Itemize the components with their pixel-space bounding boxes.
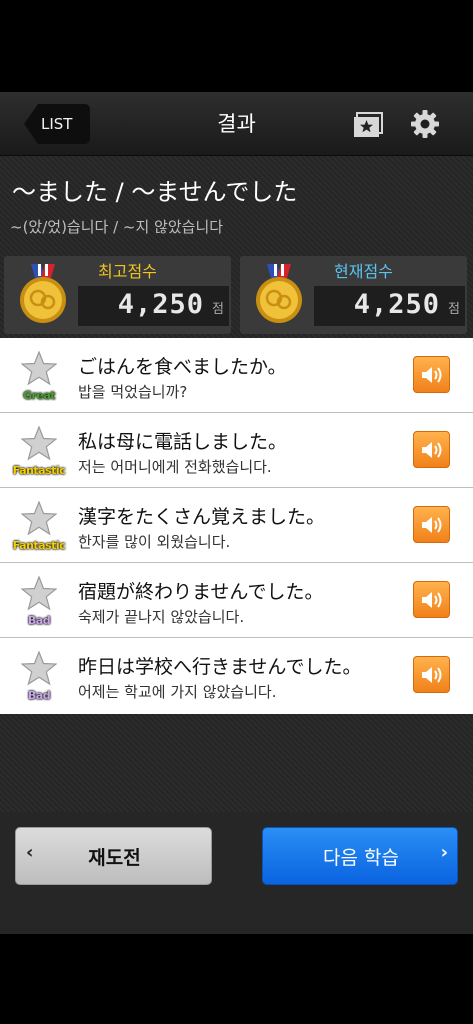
list-back-label: LIST bbox=[38, 104, 90, 144]
sentence-row: Bad 宿題が終わりませんでした。 숙제가 끝나지 않았습니다. bbox=[0, 563, 473, 638]
star-icon bbox=[21, 651, 57, 686]
gear-icon[interactable] bbox=[410, 109, 440, 139]
current-score-panel: 현재점수 4,250 점 bbox=[240, 256, 467, 334]
next-lesson-button[interactable]: 다음 학습 › bbox=[262, 827, 458, 885]
japanese-sentence: 昨日は学校へ行きませんでした。 bbox=[78, 656, 362, 678]
play-audio-button[interactable] bbox=[413, 581, 450, 618]
retry-button[interactable]: ‹ 재도전 bbox=[15, 827, 212, 885]
current-score-box: 4,250 점 bbox=[314, 286, 465, 326]
chevron-right-icon: › bbox=[440, 842, 448, 863]
next-lesson-label: 다음 학습 bbox=[323, 847, 399, 869]
lesson-title: 〜ました / 〜ませんでした bbox=[12, 178, 298, 206]
grade-badge: Bad bbox=[27, 614, 51, 627]
japanese-sentence: ごはんを食べましたか。 bbox=[78, 356, 287, 378]
japanese-sentence: 私は母に電話しました。 bbox=[78, 431, 288, 453]
app-screen: LIST 결과 〜ました / 〜ませんでした ~(았/었)습니다 / ~지 않았… bbox=[0, 92, 473, 934]
korean-translation: 숙제가 끝나지 않았습니다. bbox=[78, 608, 245, 626]
speaker-icon bbox=[422, 442, 442, 458]
speaker-icon bbox=[422, 517, 442, 533]
bottom-action-bar: ‹ 재도전 다음 학습 › bbox=[0, 812, 473, 934]
play-audio-button[interactable] bbox=[413, 431, 450, 468]
grade-badge: Bad bbox=[27, 689, 51, 702]
top-bar: LIST 결과 bbox=[0, 92, 473, 156]
korean-translation: 한자를 많이 외웠습니다. bbox=[78, 533, 231, 551]
sentence-row: Fantastic 私は母に電話しました。 저는 어머니에게 전화했습니다. bbox=[0, 413, 473, 488]
bookmark-star-icon[interactable] bbox=[353, 112, 384, 138]
sentence-row: Bad 昨日は学校へ行きませんでした。 어제는 학교에 가지 않았습니다. bbox=[0, 638, 473, 713]
play-audio-button[interactable] bbox=[413, 656, 450, 693]
korean-translation: 저는 어머니에게 전화했습니다. bbox=[78, 458, 272, 476]
sentence-row: Great ごはんを食べましたか。 밥을 먹었습니까? bbox=[0, 338, 473, 413]
grade-badge: Fantastic bbox=[12, 464, 66, 477]
star-icon bbox=[21, 351, 57, 386]
star-icon bbox=[21, 501, 57, 536]
gold-medal-icon bbox=[20, 264, 66, 323]
list-back-button[interactable]: LIST bbox=[24, 104, 90, 144]
sentence-row: Fantastic 漢字をたくさん覚えました。 한자를 많이 외웠습니다. bbox=[0, 488, 473, 563]
best-score-value: 4,250 bbox=[117, 289, 204, 320]
current-score-label: 현재점수 bbox=[334, 262, 393, 281]
play-audio-button[interactable] bbox=[413, 356, 450, 393]
star-icon bbox=[21, 426, 57, 461]
star-icon bbox=[21, 576, 57, 611]
current-score-unit: 점 bbox=[448, 302, 460, 317]
play-audio-button[interactable] bbox=[413, 506, 450, 543]
current-score-value: 4,250 bbox=[353, 289, 440, 320]
speaker-icon bbox=[422, 592, 442, 608]
speaker-icon bbox=[422, 667, 442, 683]
speaker-icon bbox=[422, 367, 442, 383]
japanese-sentence: 漢字をたくさん覚えました。 bbox=[78, 506, 326, 528]
gold-medal-icon bbox=[256, 264, 302, 323]
japanese-sentence: 宿題が終わりませんでした。 bbox=[78, 581, 324, 603]
best-score-label: 최고점수 bbox=[98, 262, 157, 281]
korean-translation: 밥을 먹었습니까? bbox=[78, 383, 188, 401]
korean-translation: 어제는 학교에 가지 않았습니다. bbox=[78, 683, 277, 701]
sentence-list: Great ごはんを食べましたか。 밥을 먹었습니까? Fantastic 私は… bbox=[0, 338, 473, 714]
back-arrow-shape bbox=[24, 104, 38, 144]
page-title: 결과 bbox=[217, 112, 256, 136]
lesson-subtitle: ~(았/었)습니다 / ~지 않았습니다 bbox=[10, 218, 224, 236]
grade-badge: Great bbox=[22, 389, 56, 402]
best-score-box: 4,250 점 bbox=[78, 286, 229, 326]
grade-badge: Fantastic bbox=[12, 539, 66, 552]
best-score-unit: 점 bbox=[212, 302, 224, 317]
best-score-panel: 최고점수 4,250 점 bbox=[4, 256, 231, 334]
retry-label: 재도전 bbox=[88, 847, 141, 869]
